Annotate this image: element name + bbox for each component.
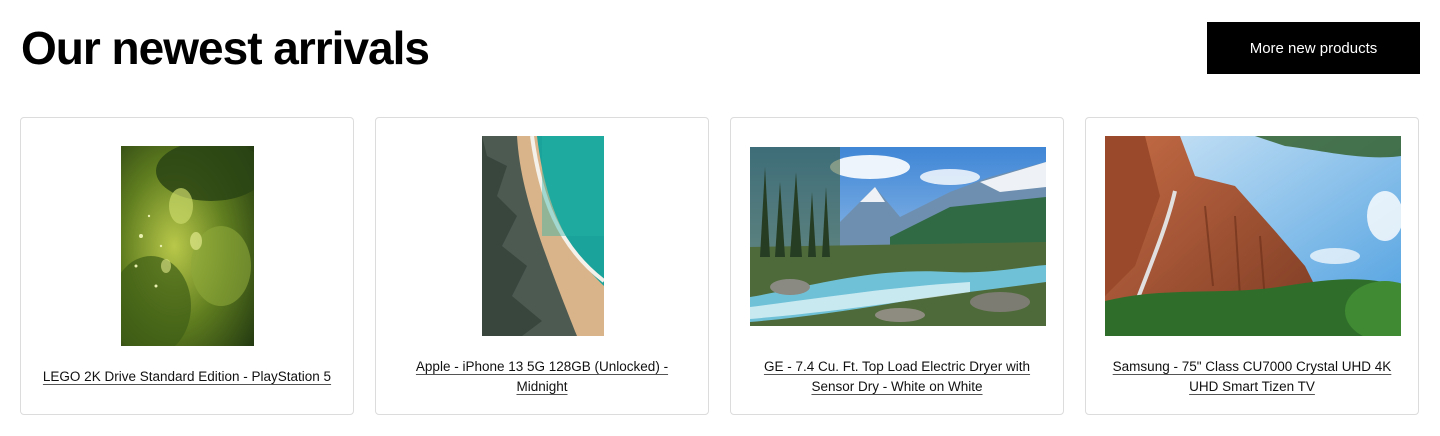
product-card[interactable]: Samsung - 75" Class CU7000 Crystal UHD 4…	[1085, 117, 1419, 415]
product-image[interactable]	[121, 146, 254, 346]
product-image[interactable]	[482, 136, 604, 336]
product-title[interactable]: GE - 7.4 Cu. Ft. Top Load Electric Dryer…	[751, 357, 1043, 397]
product-title[interactable]: LEGO 2K Drive Standard Edition - PlaySta…	[41, 367, 333, 387]
product-image[interactable]	[750, 147, 1046, 326]
product-card[interactable]: LEGO 2K Drive Standard Edition - PlaySta…	[20, 117, 354, 415]
product-image[interactable]	[1105, 136, 1401, 336]
product-card[interactable]: GE - 7.4 Cu. Ft. Top Load Electric Dryer…	[730, 117, 1064, 415]
product-title[interactable]: Samsung - 75" Class CU7000 Crystal UHD 4…	[1106, 357, 1398, 397]
more-new-products-button[interactable]: More new products	[1207, 22, 1420, 74]
section-title: Our newest arrivals	[21, 22, 430, 74]
product-card[interactable]: Apple - iPhone 13 5G 128GB (Unlocked) - …	[375, 117, 709, 415]
product-title[interactable]: Apple - iPhone 13 5G 128GB (Unlocked) - …	[396, 357, 688, 397]
